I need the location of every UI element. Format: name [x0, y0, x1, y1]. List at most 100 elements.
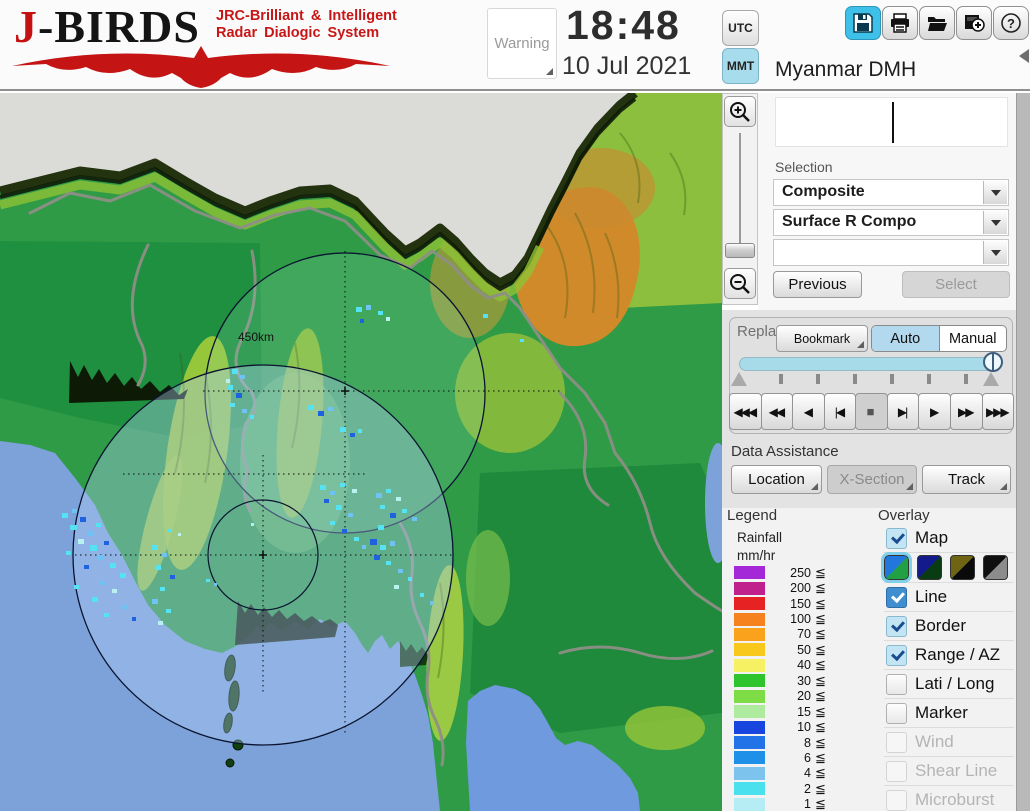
radar-echo [98, 555, 104, 560]
legend-row: 10 ≦ [734, 719, 844, 734]
help-button[interactable]: ? [993, 6, 1029, 40]
panel-edge-scrollbar[interactable] [1016, 93, 1030, 811]
manual-mode-button[interactable]: Manual [940, 326, 1007, 351]
zoom-slider-track[interactable] [739, 133, 741, 255]
location-menu-button[interactable]: Location [731, 465, 822, 494]
radar-echo [330, 521, 335, 525]
radar-echo [158, 621, 163, 625]
checkbox-border[interactable] [886, 615, 907, 637]
zoom-in-button[interactable] [724, 96, 756, 127]
replay-slider-tick [779, 374, 783, 384]
legend-operator: ≦ [815, 734, 826, 750]
legend-color-swatch [734, 720, 765, 734]
checkbox-lati-long[interactable] [886, 673, 907, 695]
select-button[interactable]: Select [902, 271, 1010, 298]
legend-row: 2 ≦ [734, 781, 844, 796]
combo-value: Surface R Compo [782, 213, 917, 230]
previous-button[interactable]: Previous [773, 271, 862, 298]
playback-button-6[interactable]: ▶ [918, 393, 951, 430]
radar-echo [228, 385, 233, 390]
playback-button-4[interactable]: ■ [855, 393, 888, 430]
xsection-menu-button[interactable]: X-Section [827, 465, 917, 494]
map-style-swatch-2[interactable] [950, 555, 975, 580]
playback-button-1[interactable]: ◀◀ [760, 393, 794, 430]
radar-echo [318, 411, 324, 416]
overlay-row-microburst: Microburst [884, 786, 1014, 811]
checkbox-marker[interactable] [886, 702, 907, 724]
auto-mode-button[interactable]: Auto [872, 326, 940, 351]
radar-echo [386, 317, 390, 321]
zoom-slider-handle[interactable] [725, 243, 755, 258]
radar-echo [362, 545, 366, 549]
chevron-down-icon[interactable] [983, 181, 1007, 204]
radar-echo [92, 597, 98, 602]
track-menu-button[interactable]: Track [922, 465, 1011, 494]
map-style-swatch-0[interactable] [881, 552, 912, 583]
map-canvas[interactable]: 450km [0, 93, 722, 811]
radar-echo [380, 505, 385, 509]
radar-echo [376, 493, 382, 498]
chevron-down-icon[interactable] [983, 241, 1007, 264]
legend-row: 30 ≦ [734, 673, 844, 688]
overlay-row-wind: Wind [884, 728, 1014, 757]
playback-button-2[interactable]: ◀ [792, 393, 825, 430]
radar-echo [251, 523, 254, 526]
radar-echo [100, 581, 105, 585]
radar-echo [348, 513, 353, 517]
legend-title: Rainfall [737, 530, 783, 545]
mmt-toggle-button[interactable]: MMT [722, 48, 759, 84]
warning-button[interactable]: Warning [487, 8, 557, 79]
radar-echo [520, 339, 524, 342]
product-type-combobox[interactable]: Surface R Compo [773, 209, 1009, 236]
map-style-swatch-3[interactable] [983, 555, 1008, 580]
zoom-out-button[interactable] [724, 268, 756, 299]
replay-range-end-marker[interactable] [983, 372, 999, 386]
legend-color-swatch [734, 674, 765, 688]
overlay-item-label: Border [915, 616, 967, 635]
radar-echo [206, 579, 210, 582]
legend-value: 15 [797, 704, 811, 719]
radar-echo [152, 599, 158, 604]
radar-echo [96, 523, 101, 527]
radar-echo [166, 609, 171, 613]
map-style-swatch-1[interactable] [917, 555, 942, 580]
product-option-combobox[interactable] [773, 239, 1009, 266]
checkbox-map[interactable] [886, 527, 907, 549]
playback-button-3[interactable]: |◀ [823, 393, 857, 430]
radar-echo [340, 483, 345, 487]
save-button[interactable] [845, 6, 881, 40]
map-terrain: 450km [0, 93, 722, 811]
playback-button-7[interactable]: ▶▶ [949, 393, 983, 430]
radar-echo [380, 545, 386, 550]
replay-slider-tick [927, 374, 931, 384]
checkbox-microburst [886, 789, 907, 811]
playback-button-8[interactable]: ▶▶▶ [981, 393, 1015, 430]
utc-toggle-button[interactable]: UTC [722, 10, 759, 46]
add-image-button[interactable] [956, 6, 992, 40]
replay-slider-handle[interactable] [983, 352, 1003, 372]
checkbox-range-az[interactable] [886, 644, 907, 666]
legend-operator: ≦ [815, 796, 826, 811]
playback-button-0[interactable]: ◀◀◀ [729, 393, 762, 430]
replay-slider-track[interactable] [739, 357, 997, 371]
clock-time: 18:48 [566, 2, 681, 48]
legend-color-swatch [734, 643, 765, 657]
panel-collapse-arrow-icon[interactable] [1019, 49, 1029, 63]
playback-controls: ◀◀◀ ◀◀ ◀ |◀ ■ ▶| ▶ ▶▶ ▶▶▶ [729, 393, 1015, 430]
help-icon: ? [1001, 13, 1021, 33]
checkbox-line[interactable] [886, 586, 907, 608]
radar-echo [336, 505, 342, 510]
playback-button-5[interactable]: ▶| [886, 393, 920, 430]
legend-row: 250 ≦ [734, 565, 844, 580]
legend-value: 100 [790, 612, 811, 627]
legend-operator: ≦ [815, 765, 826, 781]
legend-color-swatch [734, 689, 765, 703]
legend-operator: ≦ [815, 703, 826, 719]
open-folder-button[interactable] [919, 6, 955, 40]
replay-range-start-marker[interactable] [731, 372, 747, 386]
chevron-down-icon[interactable] [983, 211, 1007, 234]
product-category-combobox[interactable]: Composite [773, 179, 1009, 206]
print-button[interactable] [882, 6, 918, 40]
overlay-item-label: Range / AZ [915, 645, 1001, 664]
bookmark-menu-button[interactable]: Bookmark [776, 325, 868, 352]
